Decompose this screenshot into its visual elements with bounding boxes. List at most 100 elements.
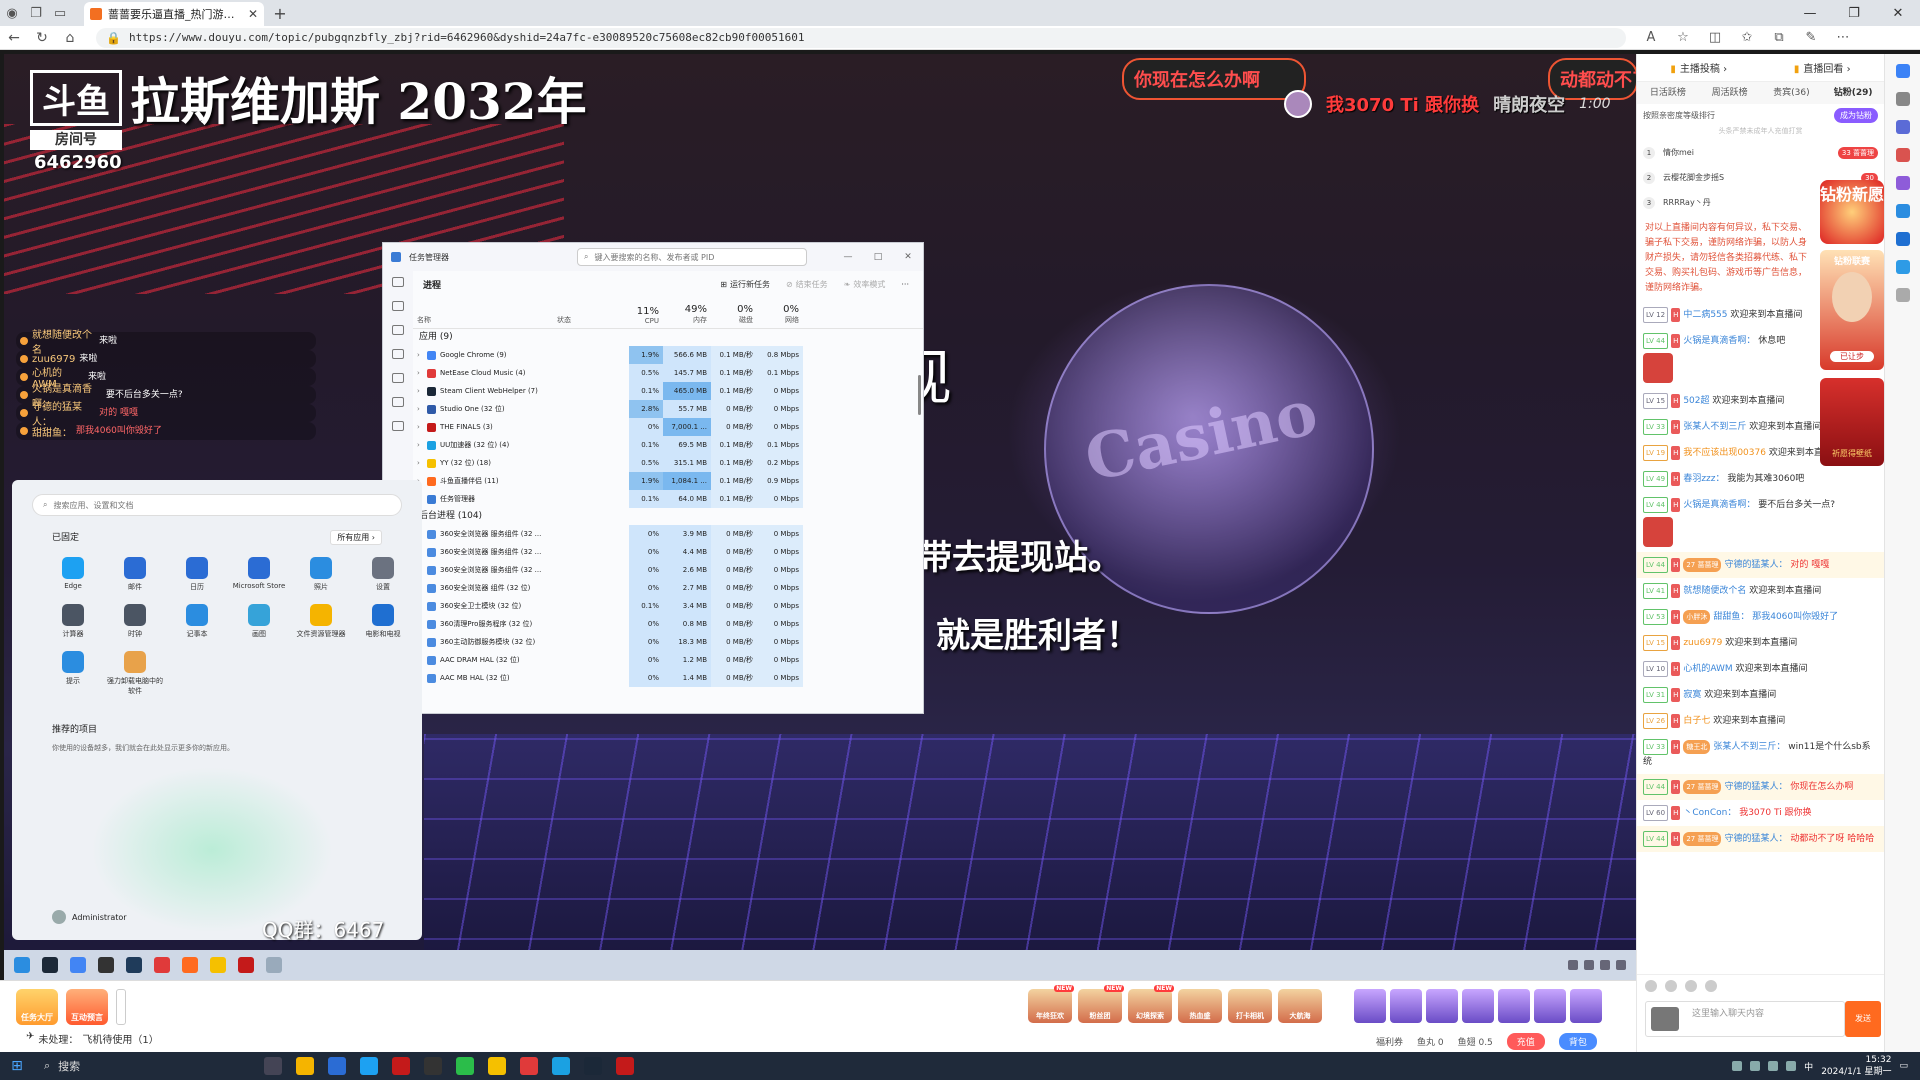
process-row[interactable]: › NetEase Cloud Music (4) 0.5% 145.7 MB 0.1 … — [413, 364, 923, 382]
gift-item[interactable] — [1390, 989, 1422, 1023]
workspaces-icon[interactable]: ❐ — [24, 1, 48, 25]
processes-nav-icon[interactable] — [392, 277, 404, 287]
pinned-app-4[interactable]: 照片 — [290, 557, 352, 592]
gift-icon[interactable] — [1685, 980, 1697, 992]
file-explorer-icon[interactable] — [296, 1057, 314, 1075]
process-list-scrollbar[interactable] — [918, 375, 921, 415]
activity-button[interactable]: 热血盛 — [1178, 989, 1222, 1023]
minimize-icon[interactable]: — — [1788, 6, 1832, 21]
search-icon[interactable] — [1895, 92, 1910, 106]
split-screen-icon[interactable]: ◫ — [1704, 30, 1726, 45]
chat-username[interactable]: 寂寞 — [1683, 690, 1701, 700]
send-button[interactable]: 发送 — [1845, 1001, 1881, 1037]
rank-tab[interactable]: 贵宾(36) — [1761, 82, 1823, 104]
collections-icon[interactable]: ⧉ — [1768, 30, 1790, 45]
pinned-app-2[interactable]: 日历 — [166, 557, 228, 592]
rank-tab[interactable]: 钻粉(29) — [1822, 82, 1884, 104]
chat-username[interactable]: 张某人不到三斤： — [1713, 742, 1785, 752]
process-row[interactable]: ›360安全浏览器 服务组件 (32 ... 0%3.9 MB0 MB/秒0 Mb… — [413, 525, 923, 543]
process-row[interactable]: ›360安全浏览器 服务组件 (32 ... 0%2.6 MB0 MB/秒0 Mb… — [413, 561, 923, 579]
shopping-icon[interactable] — [1895, 120, 1910, 134]
col-disk[interactable]: 0% 磁盘 — [711, 297, 757, 328]
apps-group-header[interactable]: 应用 (9) — [413, 329, 923, 346]
pending-notice[interactable]: ✈ 未处理： 飞机待使用（1） — [26, 1031, 159, 1046]
pinned-app-5[interactable]: 设置 — [352, 557, 414, 592]
process-row[interactable]: ›AAC DRAM HAL (32 位) 0%1.2 MB0 MB/秒0 Mbps — [413, 651, 923, 669]
gift-item[interactable] — [1498, 989, 1530, 1023]
process-row[interactable]: › THE FINALS (3) 0% 7,000.1 ... 0 MB/秒 0 Mbps — [413, 418, 923, 436]
expand-chevron-icon[interactable]: › — [417, 351, 423, 359]
taskbar-search[interactable]: ⌕ 搜索 — [34, 1054, 194, 1078]
edge-icon[interactable] — [360, 1057, 378, 1075]
chat-username[interactable]: 张某人不到三斤 — [1683, 422, 1746, 432]
services-nav-icon[interactable] — [392, 421, 404, 431]
col-memory[interactable]: 49% 内存 — [663, 297, 711, 328]
maximize-icon[interactable]: ❐ — [1832, 6, 1876, 21]
favorites-icon[interactable]: ✩ — [1736, 30, 1758, 45]
tray-icon[interactable] — [1732, 1061, 1743, 1071]
task-view-icon[interactable] — [264, 1057, 282, 1075]
profile-icon[interactable]: ◉ — [0, 1, 24, 25]
tm-minimize-icon[interactable]: — — [833, 252, 863, 262]
process-row[interactable]: › Steam Client WebHelper (7) 0.1% 465.0 MB 0… — [413, 382, 923, 400]
pinned-app-13[interactable]: 强力卸载电脑中的软件 — [104, 651, 166, 696]
startup-nav-icon[interactable] — [392, 349, 404, 359]
chat-username[interactable]: 守德的猛某人： — [1724, 834, 1787, 844]
read-aloud-icon[interactable]: A — [1640, 30, 1662, 45]
user-account-button[interactable]: Administrator — [52, 910, 127, 924]
tray-icon[interactable] — [1750, 1061, 1761, 1071]
gift-item[interactable] — [1570, 989, 1602, 1023]
process-row[interactable]: ›斗鱼直播伴侣 (11) 1.9%1,084.1 ...0.1 MB/秒0.9 M… — [413, 472, 923, 490]
chat-username[interactable]: 甜甜鱼： — [1713, 612, 1749, 622]
microsoft365-icon[interactable] — [1895, 204, 1910, 218]
process-row[interactable]: › YY (32 位) (18) 0.5% 315.1 MB 0.1 MB/秒 0.2 M… — [413, 454, 923, 472]
rank-row[interactable]: 1 情你mei 33 蔷蔷理 — [1637, 140, 1884, 165]
pinned-app-0[interactable]: Edge — [42, 557, 104, 592]
gift-item[interactable] — [1426, 989, 1458, 1023]
gift-item[interactable] — [1534, 989, 1566, 1023]
process-row[interactable]: ›任务管理器 0.1%64.0 MB0.1 MB/秒0 Mbps — [413, 490, 923, 508]
add-icon[interactable] — [1895, 288, 1910, 302]
toolbox-icon[interactable] — [1895, 148, 1910, 162]
extensions-icon[interactable]: ✎ — [1800, 30, 1822, 45]
emoji-icon[interactable] — [1645, 980, 1657, 992]
pinned-app-12[interactable]: 提示 — [42, 651, 104, 696]
new-year-wish-promo[interactable]: 祈愿得壁纸 — [1820, 378, 1884, 466]
charge-button[interactable]: 充值 — [1506, 1033, 1545, 1050]
activity-button[interactable]: 幻境探索 NEW — [1128, 985, 1174, 1023]
streamer-submission-link[interactable]: ▮ 主播投稿 › — [1670, 60, 1727, 75]
details-nav-icon[interactable] — [392, 397, 404, 407]
col-status[interactable]: 状态 — [557, 297, 629, 328]
expand-chevron-icon[interactable]: › — [417, 459, 423, 467]
games-icon[interactable] — [1895, 176, 1910, 190]
expand-chevron-icon[interactable]: › — [417, 441, 423, 449]
gift-item[interactable] — [1354, 989, 1386, 1023]
pinned-app-9[interactable]: 画图 — [228, 604, 290, 639]
process-search-input[interactable]: ⌕ 键入要搜索的名称、发布者或 PID — [577, 248, 807, 266]
url-input[interactable]: 🔒 https://www.douyu.com/topic/pubgqnzbfl… — [96, 27, 1626, 48]
col-cpu[interactable]: 11% CPU — [629, 297, 663, 328]
taskbar-clock[interactable]: 15:32 2024/1/1 星期一 — [1821, 1054, 1891, 1078]
replay-link[interactable]: ▮ 直播回看 › — [1794, 60, 1851, 75]
tab-actions-icon[interactable]: ▭ — [48, 1, 72, 25]
app-icon[interactable] — [392, 1057, 410, 1075]
wechat-icon[interactable] — [456, 1057, 474, 1075]
expand-chevron-icon[interactable]: › — [417, 423, 423, 431]
interactive-prediction-button[interactable]: 互动预言 — [66, 989, 108, 1025]
process-row[interactable]: ›360主动防御服务模块 (32 位) 0%18.3 MB0 MB/秒0 Mbps — [413, 633, 923, 651]
process-row[interactable]: ›360安全卫士模块 (32 位) 0.1%3.4 MB0 MB/秒0 Mbps — [413, 597, 923, 615]
volume-icon[interactable] — [1786, 1061, 1797, 1071]
users-nav-icon[interactable] — [392, 373, 404, 383]
outlook-icon[interactable] — [1895, 232, 1910, 246]
become-fan-button[interactable]: 成为钻粉 — [1834, 107, 1878, 123]
performance-nav-icon[interactable] — [392, 301, 404, 311]
copilot-icon[interactable] — [1895, 64, 1910, 78]
process-row[interactable]: › Studio One (32 位) 2.8% 55.7 MB 0 MB/秒 0 Mbp… — [413, 400, 923, 418]
process-row[interactable]: › UU加速器 (32 位) (4) 0.1% 69.5 MB 0.1 MB/秒 0.1 … — [413, 436, 923, 454]
end-task-button[interactable]: ⊘ 结束任务 — [786, 279, 828, 290]
chat-username[interactable]: 丶ConCon： — [1683, 808, 1736, 818]
chat-username[interactable]: 火锅是真滴香啊： — [1683, 336, 1755, 346]
netease-music-icon[interactable] — [520, 1057, 538, 1075]
new-tab-button[interactable]: + — [268, 4, 292, 23]
yy-icon[interactable] — [488, 1057, 506, 1075]
